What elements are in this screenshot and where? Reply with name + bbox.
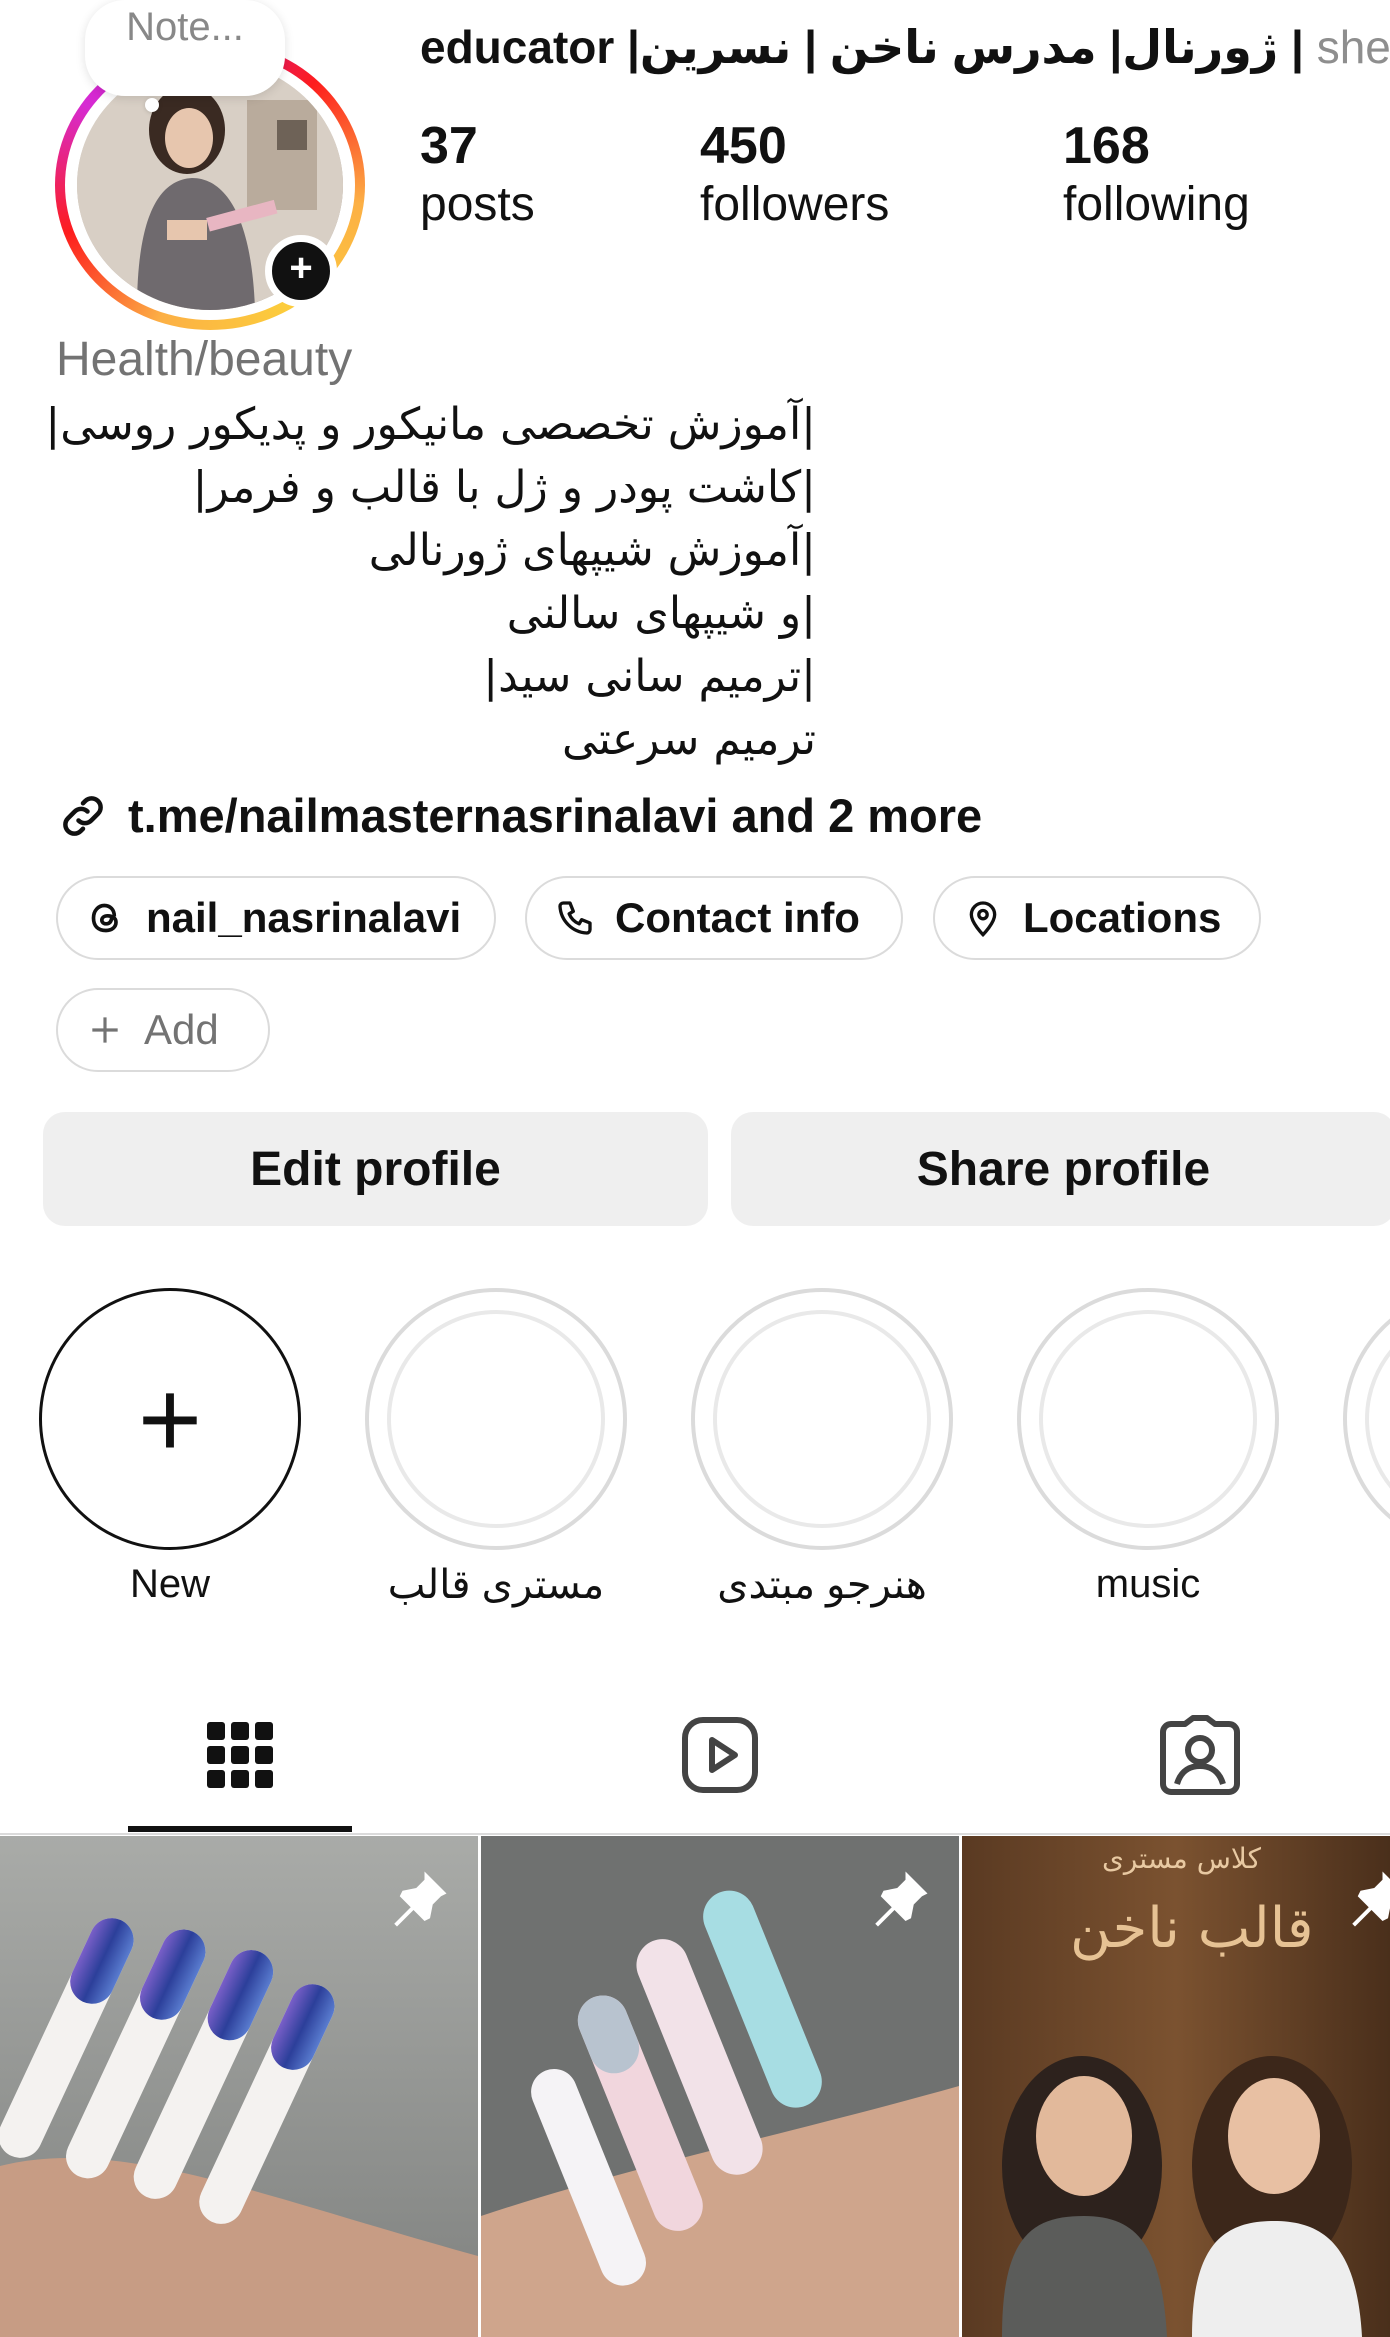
stat-label: posts bbox=[420, 178, 535, 231]
post-caption-title: قالب ناخن bbox=[1070, 1896, 1314, 1961]
add-story-button[interactable]: + bbox=[265, 235, 337, 307]
bio: |آموزش تخصصی مانیکور و پدیکور روسی| |کاش… bbox=[45, 393, 816, 771]
bio-link[interactable]: t.me/nailmasternasrinalavi and 2 more bbox=[56, 788, 982, 843]
threads-icon bbox=[91, 903, 118, 933]
bio-line: |ترمیم سانی سید| bbox=[483, 651, 816, 702]
highlight-label: هنرجو مبتدی bbox=[717, 1563, 927, 1607]
phone-icon bbox=[558, 901, 592, 935]
pin-icon bbox=[394, 1871, 447, 1927]
threads-handle: nail_nasrinalavi bbox=[146, 894, 462, 941]
bio-line: |آموزش تخصصی مانیکور و پدیکور روسی| bbox=[45, 399, 816, 450]
highlight-item[interactable]: هنرجو مبتدی bbox=[691, 1288, 953, 1608]
highlight-cover bbox=[1017, 1288, 1279, 1550]
category-label: Health/beauty bbox=[56, 333, 353, 386]
highlight-cover bbox=[365, 1288, 627, 1550]
display-name-text: educator |ژورنال| مدرس ناخن | نسرین | bbox=[420, 21, 1304, 73]
highlight-label: New bbox=[129, 1562, 211, 1606]
stat-number: 37 bbox=[420, 117, 478, 175]
display-name: educator |ژورنال| مدرس ناخن | نسرین | sh… bbox=[420, 20, 1390, 74]
reels-icon bbox=[682, 1717, 758, 1793]
highlight-label: مستری قالب bbox=[387, 1563, 605, 1607]
highlight-item[interactable]: مستری قالب bbox=[365, 1288, 627, 1608]
highlight-item[interactable]: music bbox=[1017, 1288, 1279, 1607]
highlight-label: music bbox=[1095, 1562, 1201, 1606]
grid-icon bbox=[207, 1722, 273, 1788]
followers-count[interactable]: 450 followers bbox=[700, 115, 889, 233]
add-link-chip[interactable]: Add bbox=[56, 988, 270, 1072]
divider bbox=[0, 1833, 1390, 1835]
stat-label: following bbox=[1063, 178, 1250, 231]
note-bubble[interactable]: Note... bbox=[85, 0, 285, 96]
threads-chip[interactable]: nail_nasrinalavi bbox=[56, 876, 496, 960]
post-thumbnail[interactable] bbox=[481, 1836, 959, 2337]
posts-count[interactable]: 37 posts bbox=[420, 115, 535, 233]
pronouns: she bbox=[1316, 21, 1390, 73]
highlight-cover bbox=[691, 1288, 953, 1550]
add-label: Add bbox=[144, 1006, 219, 1053]
following-count[interactable]: 168 following bbox=[1063, 115, 1250, 233]
locations-label: Locations bbox=[1023, 894, 1222, 941]
stat-number: 450 bbox=[700, 117, 787, 175]
bio-line: ترمیم سرعتی bbox=[562, 714, 816, 765]
bio-line: |و شیپهای سالنی bbox=[506, 588, 816, 639]
tab-reels[interactable] bbox=[675, 1710, 765, 1800]
pin-icon bbox=[875, 1871, 928, 1927]
bio-line: |آموزش شیپهای ژورنالی bbox=[368, 525, 816, 576]
tab-posts-grid[interactable] bbox=[195, 1710, 285, 1800]
tagged-icon bbox=[1160, 1715, 1240, 1795]
highlight-item-partial[interactable] bbox=[1343, 1288, 1390, 1550]
post-thumbnail[interactable]: کلاس مستری قالب ناخن bbox=[962, 1836, 1390, 2337]
location-pin-icon bbox=[969, 901, 997, 938]
stat-number: 168 bbox=[1063, 117, 1150, 175]
link-text: t.me/nailmasternasrinalavi and 2 more bbox=[128, 789, 983, 842]
new-highlight-circle: + bbox=[39, 1288, 301, 1550]
link-icon bbox=[63, 795, 103, 836]
contact-info-label: Contact info bbox=[615, 894, 860, 941]
contact-info-chip[interactable]: Contact info bbox=[525, 876, 903, 960]
tab-tagged[interactable] bbox=[1155, 1710, 1245, 1800]
profile-avatar[interactable]: + Note... bbox=[55, 0, 365, 330]
active-tab-indicator bbox=[128, 1826, 352, 1832]
stat-label: followers bbox=[700, 178, 890, 231]
plus-icon bbox=[92, 1017, 118, 1043]
share-profile-button[interactable]: Share profile bbox=[731, 1112, 1390, 1226]
post-caption-top: کلاس مستری bbox=[1102, 1842, 1261, 1875]
post-thumbnail[interactable] bbox=[0, 1836, 478, 2337]
locations-chip[interactable]: Locations bbox=[933, 876, 1261, 960]
pin-icon bbox=[1352, 1871, 1390, 1927]
edit-profile-button[interactable]: Edit profile bbox=[43, 1112, 708, 1226]
bio-line: |کاشت پودر و ژل با قالب و فرمر| bbox=[192, 462, 816, 513]
highlight-new[interactable]: + New bbox=[39, 1288, 301, 1607]
highlight-cover bbox=[1343, 1288, 1390, 1550]
